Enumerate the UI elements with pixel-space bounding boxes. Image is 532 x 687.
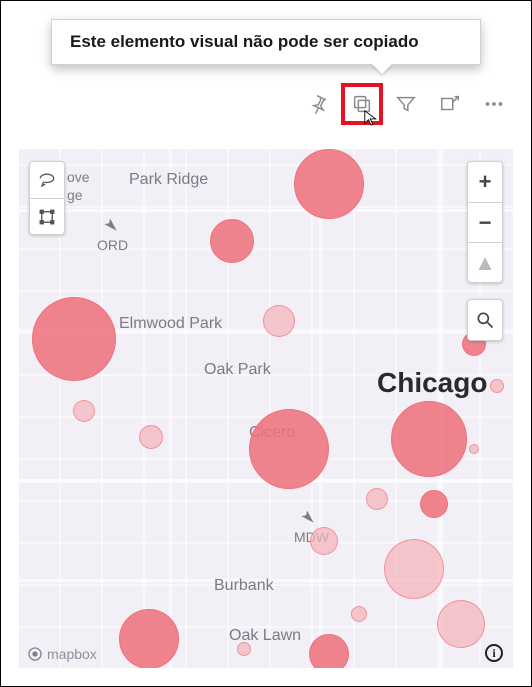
visual-toolbar [303,89,509,119]
reset-north-button[interactable]: ▲ [468,242,502,282]
map-label-chicago: Chicago [377,367,487,399]
map-label: Oak Park [204,361,271,379]
map-search-button[interactable] [468,300,502,340]
data-bubble[interactable] [309,634,349,668]
map-info-button[interactable]: i [485,644,503,662]
info-glyph: i [492,646,495,661]
map-label: ge [67,187,83,203]
map-zoom-controls: + − ▲ [467,161,503,283]
rectangle-select-icon[interactable] [30,198,64,234]
data-bubble[interactable] [32,297,116,381]
zoom-in-button[interactable]: + [468,162,502,202]
data-bubble[interactable] [391,401,467,477]
map-label: ove [67,169,90,185]
data-bubble[interactable] [469,444,479,454]
data-bubble[interactable] [73,400,95,422]
map-search-control [467,299,503,341]
attribution-text: mapbox [47,646,97,662]
tooltip-text: Este elemento visual não pode ser copiad… [70,32,419,51]
data-bubble[interactable] [263,305,295,337]
map-nav-box [29,161,65,235]
lasso-select-icon[interactable] [30,162,64,198]
data-bubble[interactable] [249,409,329,489]
pin-icon[interactable] [303,89,333,119]
data-bubble[interactable] [237,642,251,656]
map-visual[interactable]: ove ge Park Ridge Elmwood Park Oak Park … [19,149,513,668]
zoom-out-button[interactable]: − [468,202,502,242]
map-label: Burbank [214,577,274,595]
more-options-icon[interactable] [479,89,509,119]
tooltip: Este elemento visual não pode ser copiad… [51,19,481,65]
data-bubble[interactable] [384,539,444,599]
data-bubble[interactable] [210,219,254,263]
filter-icon[interactable] [391,89,421,119]
data-bubble[interactable] [119,609,179,668]
data-bubble[interactable] [310,527,338,555]
data-bubble[interactable] [420,490,448,518]
copy-icon[interactable] [347,89,377,119]
map-label: Elmwood Park [119,315,222,333]
mapbox-attribution[interactable]: mapbox [27,646,97,662]
data-bubble[interactable] [366,488,388,510]
data-bubble[interactable] [139,425,163,449]
map-label: Park Ridge [129,171,208,189]
airport-code: ORD [97,237,128,253]
data-bubble[interactable] [294,149,364,219]
data-bubble[interactable] [490,379,504,393]
focus-mode-icon[interactable] [435,89,465,119]
airport-ord: ORD [97,219,125,253]
data-bubble[interactable] [351,606,367,622]
data-bubble[interactable] [437,600,485,648]
